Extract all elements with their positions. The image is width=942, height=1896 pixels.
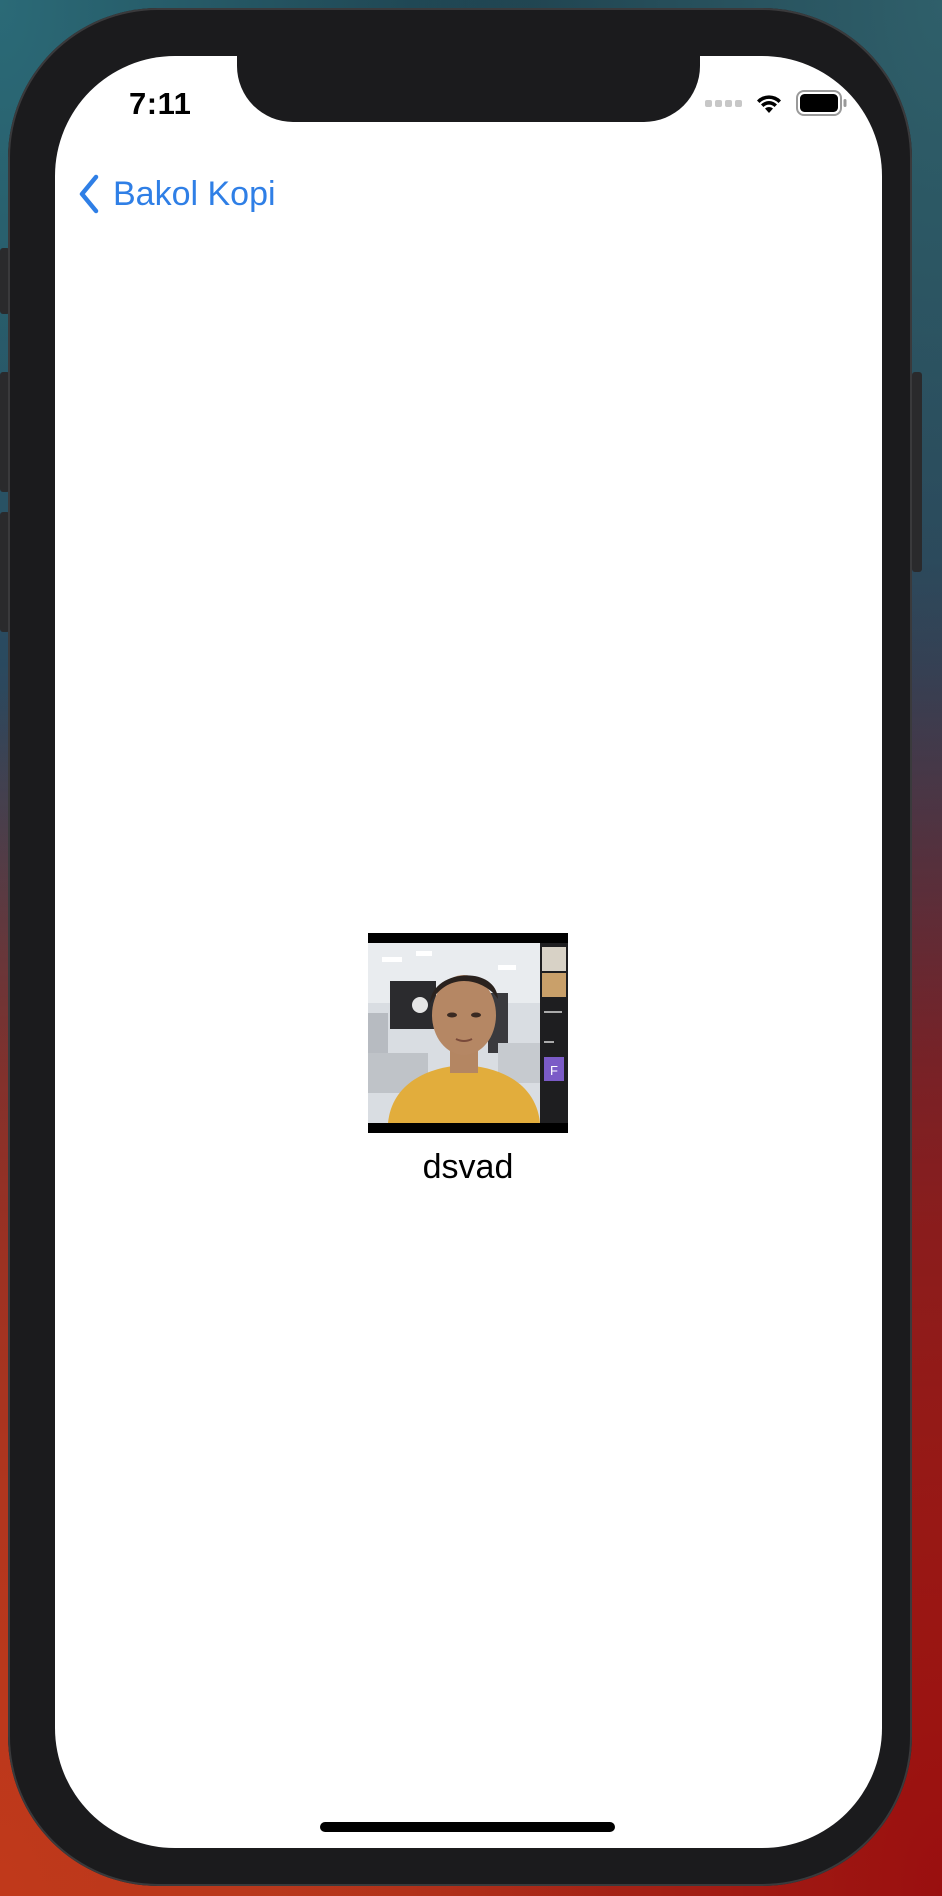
photo-image: F: [368, 933, 568, 1133]
profile-photo: F: [368, 933, 568, 1133]
power-button: [912, 372, 922, 572]
status-time: 7:11: [129, 86, 192, 121]
battery-icon: [796, 90, 847, 116]
back-button-label: Bakol Kopi: [113, 174, 276, 213]
photo-caption: dsvad: [422, 1148, 514, 1186]
status-indicators: [705, 90, 848, 116]
phone-screen: 7:11 Bakol Kopi F dsvad: [55, 56, 882, 1848]
svg-text:F: F: [550, 1063, 558, 1078]
phone-frame: 7:11 Bakol Kopi F dsvad: [8, 8, 912, 1886]
back-button[interactable]: Bakol Kopi: [77, 174, 276, 214]
home-indicator[interactable]: [320, 1822, 615, 1832]
cellular-signal-icon: [705, 99, 742, 107]
notch: [237, 56, 700, 122]
chevron-left-icon: [79, 174, 99, 214]
wifi-icon: [757, 95, 781, 113]
